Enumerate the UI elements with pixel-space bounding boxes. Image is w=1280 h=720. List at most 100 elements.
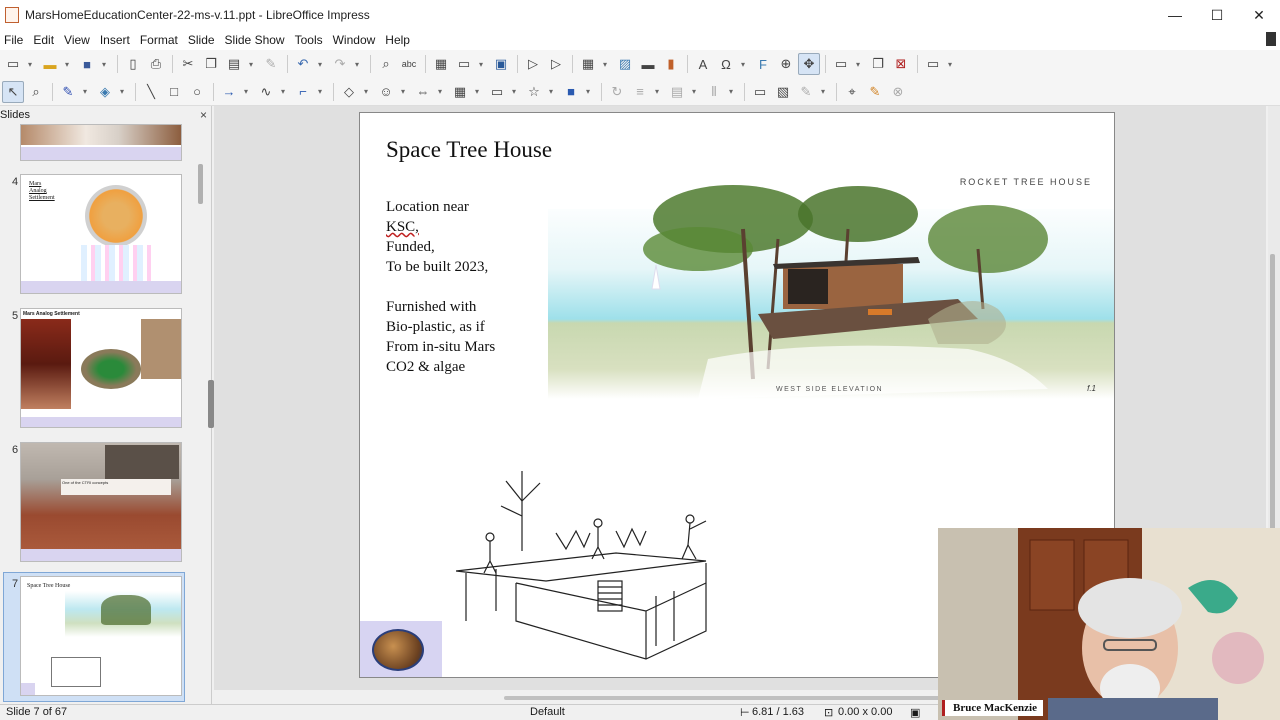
container-sketch-image[interactable] xyxy=(455,461,722,661)
menu-slide-show[interactable]: Slide Show xyxy=(221,33,291,47)
special-character-icon[interactable]: Ω xyxy=(715,53,737,75)
table-dropdown-icon[interactable]: ▾ xyxy=(600,53,610,75)
paste-icon[interactable]: ▤ xyxy=(223,53,245,75)
3d-objects-icon[interactable]: ■ xyxy=(560,81,582,103)
connector-icon[interactable]: ⌐ xyxy=(292,81,314,103)
draw-functions-icon[interactable]: ✥ xyxy=(798,53,820,75)
menu-file[interactable]: File xyxy=(0,33,29,47)
slide-thumb-5[interactable]: Mars Analog Settlement xyxy=(20,308,182,428)
symbol-shapes-icon[interactable]: ☺ xyxy=(375,81,397,103)
paste-dropdown-icon[interactable]: ▾ xyxy=(246,53,256,75)
display-views-dropdown-icon[interactable]: ▾ xyxy=(476,53,486,75)
crop-icon[interactable]: ▧ xyxy=(772,81,794,103)
slide-layout-icon[interactable]: ▭ xyxy=(922,53,944,75)
tree-house-image[interactable]: ROCKET TREE HOUSE WEST SIDE ELEVATION f.… xyxy=(548,169,1114,407)
slides-panel-close-icon[interactable]: × xyxy=(200,108,207,122)
distribute-dropdown-icon[interactable]: ▾ xyxy=(726,81,736,103)
fill-color-icon[interactable]: ◈ xyxy=(94,81,116,103)
3d-objects-dropdown-icon[interactable]: ▾ xyxy=(583,81,593,103)
toggle-extrusion-icon[interactable]: ⊗ xyxy=(887,81,909,103)
arrange-icon[interactable]: ▤ xyxy=(666,81,688,103)
basic-shapes-dropdown-icon[interactable]: ▾ xyxy=(361,81,371,103)
duplicate-slide-icon[interactable]: ❐ xyxy=(867,53,889,75)
callouts-icon[interactable]: ▭ xyxy=(486,81,508,103)
block-arrows-icon[interactable]: ⇔ xyxy=(412,81,434,103)
basic-shapes-icon[interactable]: ◇ xyxy=(338,81,360,103)
slide-body-text[interactable]: Location near KSC, Funded, To be built 2… xyxy=(386,197,546,377)
new-dropdown-icon[interactable]: ▾ xyxy=(25,53,35,75)
glue-points-icon[interactable]: ✎ xyxy=(864,81,886,103)
symbol-shapes-dropdown-icon[interactable]: ▾ xyxy=(398,81,408,103)
line-color-dropdown-icon[interactable]: ▾ xyxy=(80,81,90,103)
display-views-icon[interactable]: ▭ xyxy=(453,53,475,75)
image-icon[interactable]: ▨ xyxy=(614,53,636,75)
undo-dropdown-icon[interactable]: ▾ xyxy=(315,53,325,75)
ellipse-tool-icon[interactable]: ○ xyxy=(186,81,208,103)
delete-slide-icon[interactable]: ⊠ xyxy=(890,53,912,75)
zoom-icon[interactable]: ⌕ xyxy=(25,81,47,103)
arrow-line-icon[interactable]: → xyxy=(218,81,240,103)
curve-icon[interactable]: ∿ xyxy=(255,81,277,103)
slide-thumb-6[interactable]: One of the CTRI concepts xyxy=(20,442,182,562)
rotate-icon[interactable]: ↻ xyxy=(606,81,628,103)
slide-thumb-3[interactable] xyxy=(20,124,182,161)
start-current-slide-icon[interactable]: ▷ xyxy=(545,53,567,75)
fill-color-dropdown-icon[interactable]: ▾ xyxy=(117,81,127,103)
align-dropdown-icon[interactable]: ▾ xyxy=(652,81,662,103)
menu-insert[interactable]: Insert xyxy=(96,33,136,47)
export-pdf-icon[interactable]: ▯ xyxy=(122,53,144,75)
filter-dropdown-icon[interactable]: ▾ xyxy=(818,81,828,103)
redo-dropdown-icon[interactable]: ▾ xyxy=(352,53,362,75)
copy-icon[interactable]: ❐ xyxy=(200,53,222,75)
line-color-icon[interactable]: ✎ xyxy=(57,81,79,103)
slide-thumb-4[interactable]: Mars Analog Settlement xyxy=(20,174,182,294)
arrow-line-dropdown-icon[interactable]: ▾ xyxy=(241,81,251,103)
select-arrow-icon[interactable]: ↖ xyxy=(2,80,24,103)
save-icon[interactable]: ■ xyxy=(76,53,98,75)
filter-icon[interactable]: ✎ xyxy=(795,81,817,103)
layout-status[interactable]: Default xyxy=(530,706,565,718)
flowchart-dropdown-icon[interactable]: ▾ xyxy=(472,81,482,103)
align-icon[interactable]: ≡ xyxy=(629,81,651,103)
shadow-icon[interactable]: ▭ xyxy=(749,81,771,103)
slide-layout-dropdown-icon[interactable]: ▾ xyxy=(945,53,955,75)
open-folder-icon[interactable]: ▬ xyxy=(39,53,61,75)
textbox-icon[interactable]: A xyxy=(692,53,714,75)
connector-dropdown-icon[interactable]: ▾ xyxy=(315,81,325,103)
slide-title[interactable]: Space Tree House xyxy=(386,137,552,163)
undo-icon[interactable]: ↶ xyxy=(292,53,314,75)
cut-icon[interactable]: ✂ xyxy=(177,53,199,75)
callouts-dropdown-icon[interactable]: ▾ xyxy=(509,81,519,103)
print-icon[interactable]: ⎙ xyxy=(145,53,167,75)
flowchart-icon[interactable]: ▦ xyxy=(449,81,471,103)
slide-thumb-7[interactable]: Space Tree House xyxy=(20,576,182,696)
chart-icon[interactable]: ▮ xyxy=(660,53,682,75)
media-icon[interactable]: ▬ xyxy=(637,53,659,75)
curve-dropdown-icon[interactable]: ▾ xyxy=(278,81,288,103)
menu-view[interactable]: View xyxy=(60,33,96,47)
menu-window[interactable]: Window xyxy=(329,33,382,47)
rectangle-tool-icon[interactable]: □ xyxy=(163,81,185,103)
grid-icon[interactable]: ▦ xyxy=(430,53,452,75)
start-first-slide-icon[interactable]: ▷ xyxy=(522,53,544,75)
stars-icon[interactable]: ☆ xyxy=(523,81,545,103)
line-tool-icon[interactable]: ╲ xyxy=(140,81,162,103)
save-dropdown-icon[interactable]: ▾ xyxy=(99,53,109,75)
table-icon[interactable]: ▦ xyxy=(577,53,599,75)
new-document-icon[interactable]: ▭ xyxy=(2,53,24,75)
redo-icon[interactable]: ↷ xyxy=(329,53,351,75)
menu-format[interactable]: Format xyxy=(136,33,184,47)
workspace-horizontal-scrollbar[interactable] xyxy=(504,696,984,700)
points-icon[interactable]: ⌖ xyxy=(841,81,863,103)
minimize-button[interactable]: — xyxy=(1154,0,1196,30)
menu-edit[interactable]: Edit xyxy=(29,33,60,47)
master-slide-icon[interactable]: ▣ xyxy=(490,53,512,75)
stars-dropdown-icon[interactable]: ▾ xyxy=(546,81,556,103)
new-slide-icon[interactable]: ▭ xyxy=(830,53,852,75)
open-dropdown-icon[interactable]: ▾ xyxy=(62,53,72,75)
slides-panel-scrollbar[interactable] xyxy=(196,124,208,704)
close-button[interactable]: ✕ xyxy=(1238,0,1280,30)
arrange-dropdown-icon[interactable]: ▾ xyxy=(689,81,699,103)
clone-formatting-icon[interactable]: ✎ xyxy=(260,53,282,75)
find-replace-icon[interactable]: ⌕ xyxy=(375,53,397,75)
